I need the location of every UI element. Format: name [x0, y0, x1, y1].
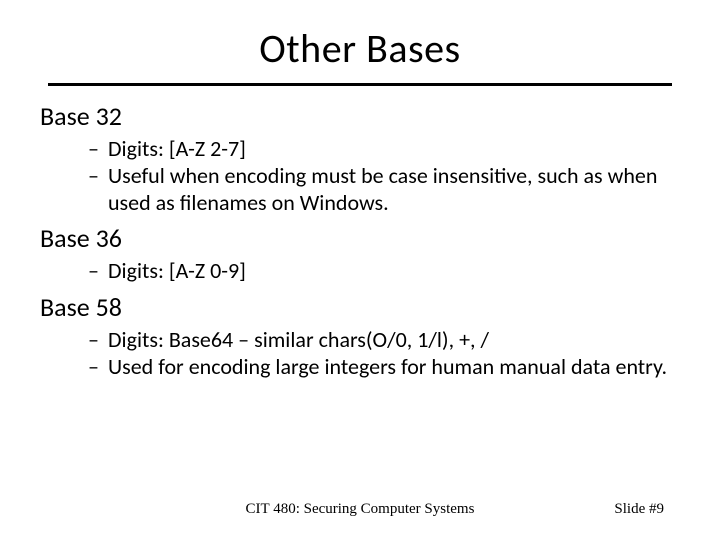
section-heading-base36: Base 36: [40, 222, 680, 254]
bullets-base58: Digits: Base64 – similar chars(O/0, 1/l)…: [40, 327, 680, 381]
footer-course: CIT 480: Securing Computer Systems: [0, 501, 720, 518]
bullets-base36: Digits: [A-Z 0-9]: [40, 258, 680, 285]
bullets-base32: Digits: [A-Z 2-7] Useful when encoding m…: [40, 136, 680, 216]
slide: Other Bases Base 32 Digits: [A-Z 2-7] Us…: [0, 0, 720, 540]
bullet-item: Digits: [A-Z 0-9]: [88, 258, 680, 285]
footer-slide-number: Slide #9: [614, 501, 664, 518]
bullet-item: Digits: Base64 – similar chars(O/0, 1/l)…: [88, 327, 680, 354]
bullet-item: Useful when encoding must be case insens…: [88, 163, 680, 217]
section-heading-base58: Base 58: [40, 291, 680, 323]
slide-title: Other Bases: [40, 24, 680, 73]
bullet-item: Digits: [A-Z 2-7]: [88, 136, 680, 163]
section-heading-base32: Base 32: [40, 100, 680, 132]
title-rule: [48, 83, 672, 86]
bullet-item: Used for encoding large integers for hum…: [88, 354, 680, 381]
